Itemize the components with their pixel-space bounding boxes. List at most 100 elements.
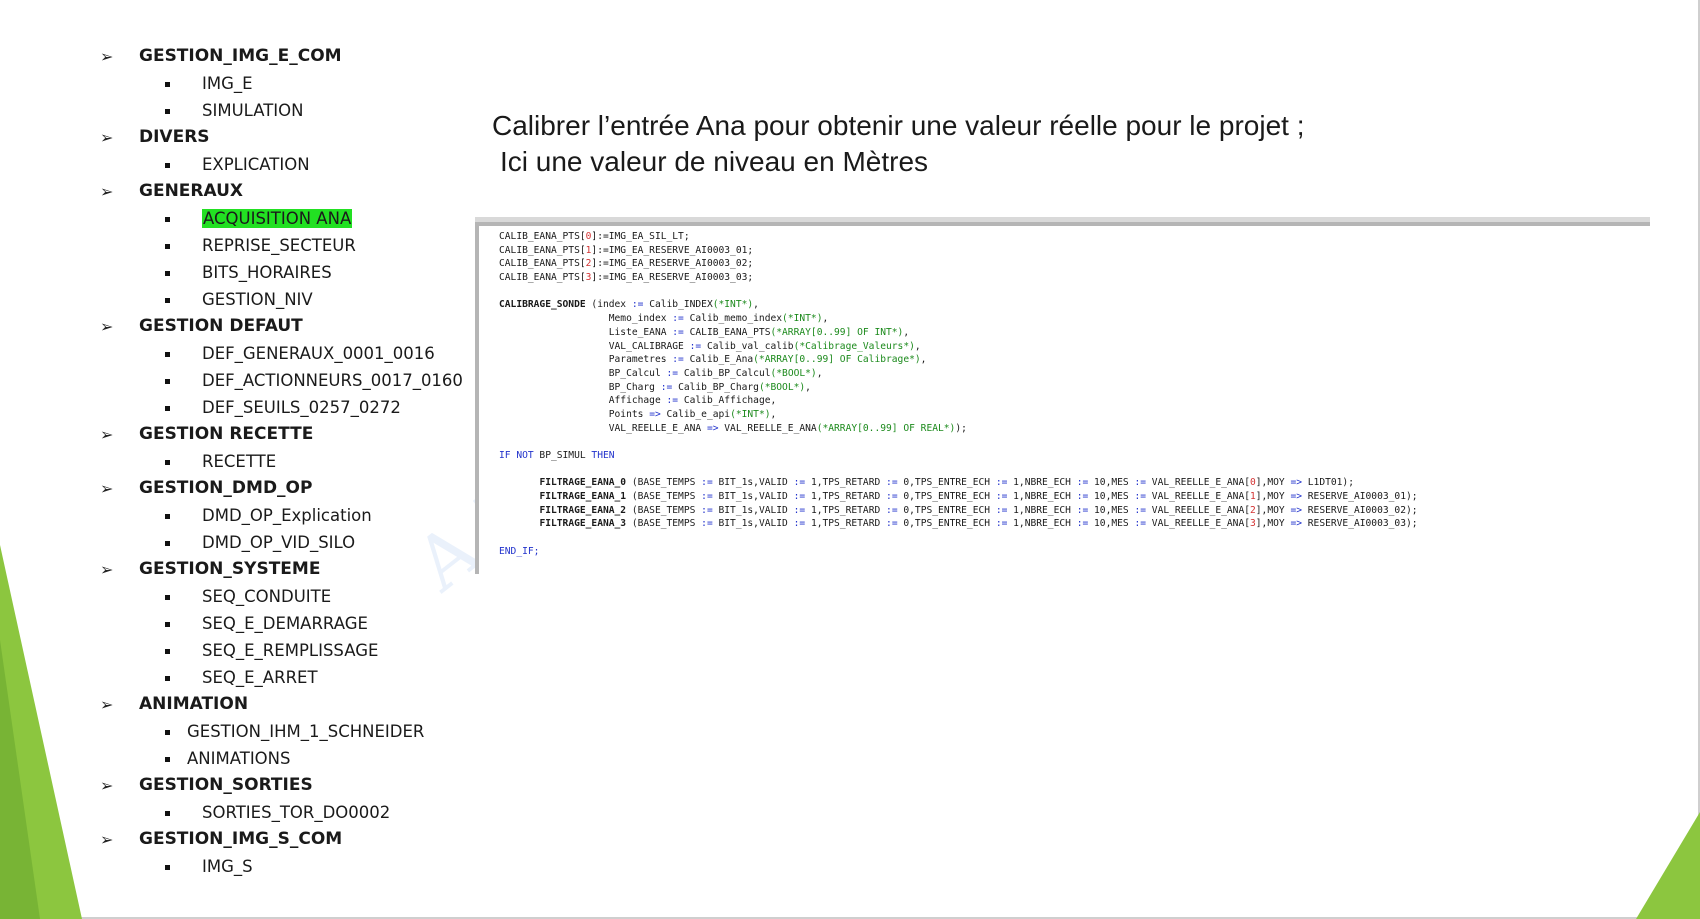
square-bullet-icon — [165, 163, 170, 168]
outline-item-label: REPRISE_SECTEUR — [202, 236, 356, 255]
code-token: Affichage — [499, 395, 667, 407]
code-token: 10,MES — [1088, 491, 1135, 503]
code-token: (*INT*) — [782, 313, 823, 325]
code-token: VAL_REELLE_E_ANA[ — [1146, 504, 1250, 516]
arrow-bullet-icon: ➢ — [100, 695, 114, 714]
code-token: VAL_CALIBRAGE — [499, 340, 690, 352]
code-token: => — [1290, 477, 1302, 489]
square-bullet-icon — [165, 676, 170, 681]
square-bullet-icon — [165, 541, 170, 546]
code-token: ]:=IMG_EA_RESERVE_AI0003_03; — [591, 272, 754, 284]
section-title: GESTION_SORTIES — [139, 775, 313, 795]
code-token: 1,TPS_RETARD — [805, 477, 887, 489]
section-title: GESTION RECETTE — [139, 424, 314, 444]
code-token: IF NOT — [499, 450, 534, 461]
section-title: GESTION_IMG_E_COM — [139, 46, 342, 66]
square-bullet-icon — [165, 379, 170, 384]
code-token: VAL_REELLE_E_ANA — [499, 422, 707, 434]
code-token: := — [793, 491, 806, 503]
code-token: := — [995, 504, 1008, 516]
code-token: BP_Charg — [499, 381, 661, 393]
code-line: CALIB_EANA_PTS[1]:=IMG_EA_RESERVE_AI0003… — [499, 244, 1418, 258]
code-token: BIT_1s,VALID — [712, 504, 794, 516]
code-line: IF NOT BP_SIMUL THEN — [499, 449, 1418, 463]
square-bullet-icon — [165, 811, 170, 816]
square-bullet-icon — [165, 352, 170, 357]
code-token: , — [822, 313, 829, 325]
code-token: := — [1076, 477, 1089, 489]
code-token: := — [701, 504, 713, 516]
outline-item-label: SEQ_E_REMPLISSAGE — [202, 641, 379, 660]
code-token: ],MOY — [1255, 491, 1291, 503]
code-token: := — [1076, 504, 1089, 516]
code-token: 0,TPS_ENTRE_ECH — [897, 477, 996, 489]
code-token: := — [1134, 477, 1147, 489]
square-bullet-icon — [165, 865, 170, 870]
code-line: CALIB_EANA_PTS[2]:=IMG_EA_RESERVE_AI0003… — [499, 257, 1418, 271]
square-bullet-icon — [165, 757, 170, 762]
code-token: := — [701, 518, 713, 530]
code-token: => — [649, 408, 661, 420]
code-token: (BASE_TEMPS — [626, 477, 702, 489]
code-token: FILTRAGE_EANA_1 — [539, 491, 627, 503]
arrow-bullet-icon: ➢ — [100, 128, 114, 147]
code-token: := — [886, 504, 898, 516]
code-line: Affichage := Calib_Affichage, — [499, 394, 1418, 408]
outline-item-label: BITS_HORAIRES — [202, 263, 332, 282]
outline-item-label: ACQUISITION ANA — [202, 209, 353, 228]
code-token: (*ARRAY[0..99] OF Calibrage*) — [753, 354, 921, 366]
code-token: VAL_REELLE_E_ANA[ — [1146, 518, 1250, 530]
code-token: RESERVE_AI0003_03); — [1302, 518, 1418, 530]
code-token: => — [1290, 518, 1302, 530]
code-token: := — [672, 313, 684, 325]
code-token: := — [631, 299, 644, 311]
code-line: FILTRAGE_EANA_2 (BASE_TEMPS := BIT_1s,VA… — [499, 504, 1417, 518]
code-token: 10,MES — [1088, 477, 1135, 489]
arrow-bullet-icon: ➢ — [100, 830, 114, 849]
code-screenshot-panel: CALIB_EANA_PTS[0]:=IMG_EA_SIL_LT; CALIB_E… — [475, 222, 1650, 574]
code-token: , — [753, 299, 759, 311]
outline-item-label: DEF_ACTIONNEURS_0017_0160 — [202, 371, 463, 390]
square-bullet-icon — [165, 244, 170, 249]
section-title: GESTION_SYSTEME — [139, 559, 321, 579]
section-title: GESTION_IMG_S_COM — [139, 829, 343, 849]
code-token: Calib_Affichage, — [678, 395, 777, 407]
code-line: END_IF; — [499, 545, 1418, 559]
code-token: (index — [585, 299, 632, 311]
outline-item-label: DEF_SEUILS_0257_0272 — [202, 398, 401, 417]
code-token: 0,TPS_ENTRE_ECH — [897, 504, 996, 516]
code-token: VAL_REELLE_E_ANA — [718, 422, 817, 434]
section-title: GESTION DEFAUT — [139, 316, 303, 336]
code-token: Calib_INDEX — [643, 299, 713, 311]
arrow-bullet-icon: ➢ — [100, 776, 114, 795]
section-title: DIVERS — [139, 127, 210, 147]
code-token: ],MOY — [1255, 504, 1291, 516]
outline-item-label: RECETTE — [202, 452, 277, 471]
outline-item-label: ANIMATIONS — [187, 749, 291, 768]
outline-item-label: IMG_S — [202, 857, 253, 876]
code-token: ); — [955, 422, 967, 434]
code-token: (*INT*) — [712, 299, 754, 311]
code-line: Liste_EANA := CALIB_EANA_PTS(*ARRAY[0..9… — [499, 326, 1418, 340]
section-title: GESTION_DMD_OP — [139, 478, 313, 498]
code-token: ]:=IMG_EA_RESERVE_AI0003_02; — [591, 258, 754, 270]
arrow-bullet-icon: ➢ — [100, 317, 114, 336]
square-bullet-icon — [165, 460, 170, 465]
code-line: VAL_CALIBRAGE := Calib_val_calib(*Calibr… — [499, 340, 1418, 354]
code-token: := — [1076, 491, 1089, 503]
code-token: := — [666, 395, 679, 407]
outline-item-label: SIMULATION — [202, 101, 304, 120]
code-line: FILTRAGE_EANA_0 (BASE_TEMPS := BIT_1s,VA… — [499, 476, 1418, 490]
code-token: := — [1134, 491, 1147, 503]
code-token: 10,MES — [1088, 518, 1135, 530]
code-token: := — [793, 504, 806, 516]
code-token: L1DT01); — [1302, 477, 1354, 489]
code-token: := — [995, 491, 1008, 503]
square-bullet-icon — [165, 217, 170, 222]
code-token: END_IF; — [499, 545, 540, 557]
code-token: := — [886, 477, 898, 489]
